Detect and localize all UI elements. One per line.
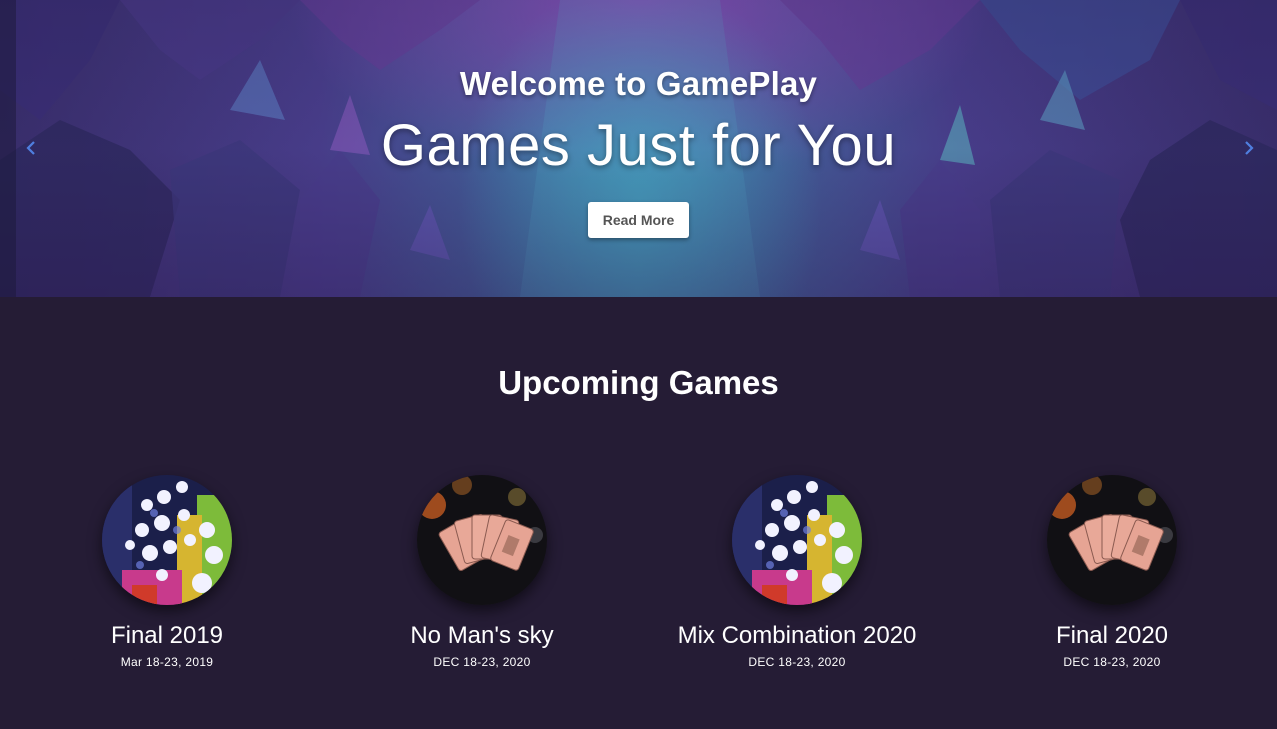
read-more-button[interactable]: Read More: [587, 202, 690, 238]
playing-cards-image: [1047, 475, 1177, 605]
game-card[interactable]: Mix Combination 2020 DEC 18-23, 2020: [667, 475, 927, 669]
game-image-casino-chips[interactable]: [732, 475, 862, 605]
game-card[interactable]: Final 2019 Mar 18-23, 2019: [37, 475, 297, 669]
upcoming-games-heading: Upcoming Games: [498, 364, 779, 401]
game-image-casino-chips[interactable]: [102, 475, 232, 605]
game-date: DEC 18-23, 2020: [433, 655, 531, 669]
casino-chips-image: [102, 475, 232, 605]
upcoming-games-list: Final 2019 Mar 18-23, 2019 No Man's sky …: [0, 475, 1277, 675]
casino-chips-image: [732, 475, 862, 605]
game-image-playing-cards[interactable]: [1047, 475, 1177, 605]
game-title[interactable]: No Man's sky: [352, 621, 612, 651]
hero-banner: Welcome to GamePlay Games Just for You R…: [0, 0, 1277, 297]
game-card[interactable]: No Man's sky DEC 18-23, 2020: [352, 475, 612, 669]
game-title[interactable]: Mix Combination 2020: [667, 621, 927, 651]
hero-subtitle: Welcome to GamePlay: [459, 65, 818, 102]
playing-cards-image: [417, 475, 547, 605]
game-date: DEC 18-23, 2020: [748, 655, 846, 669]
hero-title: Games Just for You: [380, 113, 897, 178]
game-title[interactable]: Final 2020: [982, 621, 1242, 651]
game-date: Mar 18-23, 2019: [120, 655, 214, 669]
game-card[interactable]: Final 2020 DEC 18-23, 2020: [982, 475, 1242, 669]
hero-content: Welcome to GamePlay Games Just for You R…: [0, 62, 1277, 238]
game-date: DEC 18-23, 2020: [1063, 655, 1161, 669]
game-title[interactable]: Final 2019: [37, 621, 297, 651]
game-image-playing-cards[interactable]: [417, 475, 547, 605]
